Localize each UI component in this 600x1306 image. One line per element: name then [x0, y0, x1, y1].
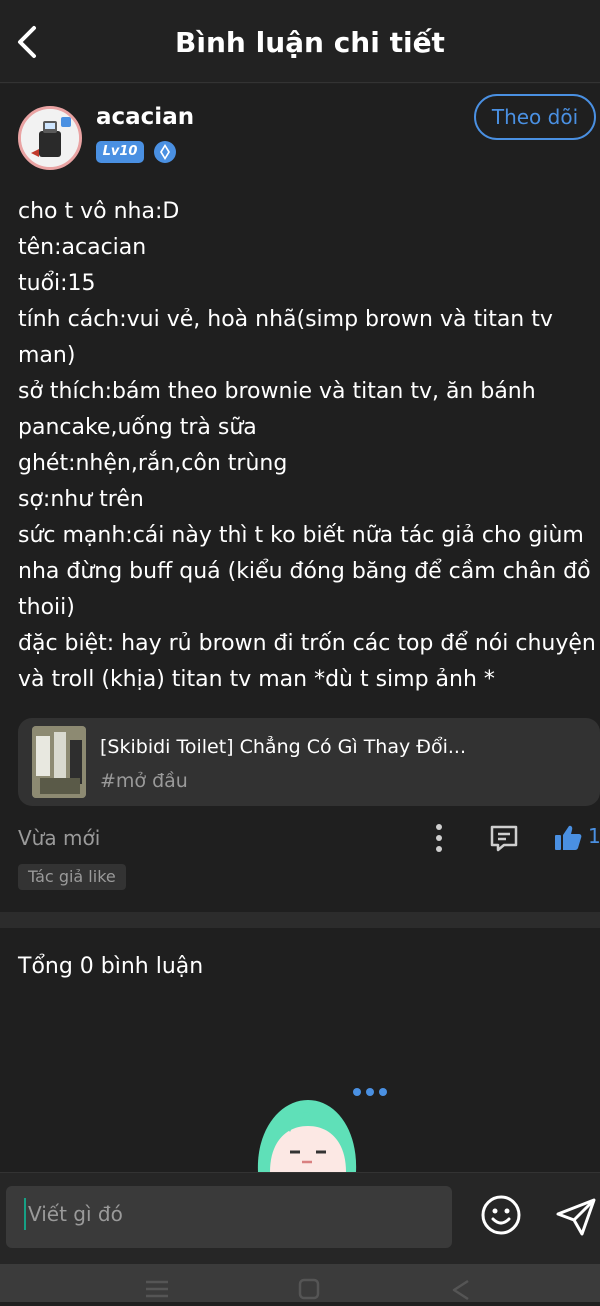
emoji-button[interactable]: [480, 1194, 522, 1236]
comment-placeholder: Viết gì đó: [28, 1202, 123, 1226]
emoji-icon: [481, 1195, 521, 1235]
like-icon[interactable]: [552, 822, 584, 854]
menu-icon[interactable]: [144, 1276, 170, 1300]
follow-button[interactable]: Theo dõi: [474, 94, 596, 140]
story-tag: #mở đầu: [100, 770, 188, 792]
avatar[interactable]: [18, 106, 82, 170]
empty-state-mascot: [250, 1080, 400, 1172]
avatar-image: [21, 109, 79, 167]
input-caret: [24, 1198, 26, 1230]
header-divider: [0, 82, 600, 83]
post-content: cho t vô nha:D tên:acacian tuổi:15 tính …: [18, 199, 596, 692]
comment-icon[interactable]: [488, 822, 520, 854]
more-icon[interactable]: [430, 822, 448, 854]
nav-back-icon[interactable]: [450, 1278, 472, 1302]
total-comments: Tổng 0 bình luận: [18, 954, 204, 979]
linked-story-card[interactable]: [18, 718, 600, 806]
like-count: 1: [588, 824, 600, 848]
rank-icon: [153, 140, 177, 164]
send-button[interactable]: [554, 1194, 598, 1238]
home-icon[interactable]: [298, 1278, 320, 1300]
username[interactable]: acacian: [96, 104, 194, 130]
story-thumbnail: [32, 726, 86, 798]
send-icon: [556, 1198, 596, 1236]
page-title: Bình luận chi tiết: [175, 26, 445, 59]
author-like-badge: Tác giả like: [18, 864, 126, 890]
section-separator: [0, 912, 600, 928]
story-title: [Skibidi Toilet] Chẳng Có Gì Thay Đổi...: [100, 736, 467, 758]
level-badge: Lv10: [96, 141, 144, 163]
post-time: Vừa mới: [18, 826, 101, 850]
